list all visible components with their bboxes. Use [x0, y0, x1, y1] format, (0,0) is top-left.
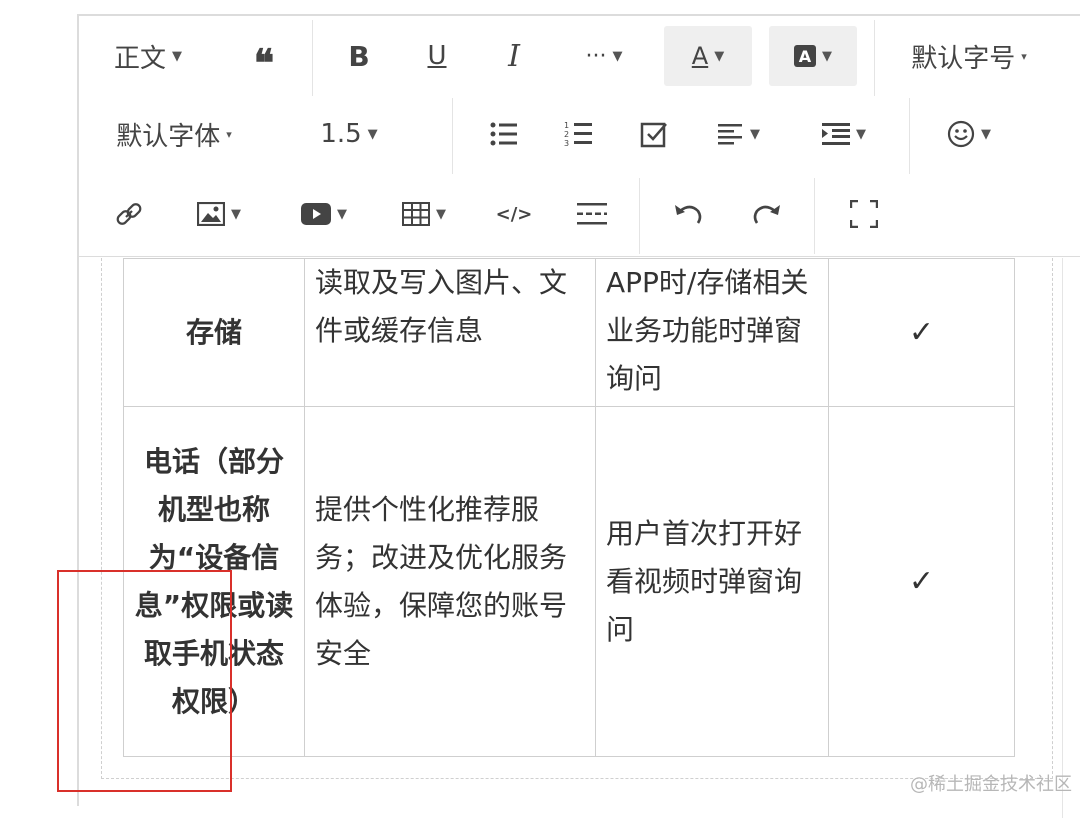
- bold-icon: B: [348, 39, 370, 73]
- font-family-label: 默认字体: [116, 121, 221, 152]
- table-row: 存储 读取及写入图片、文件或缓存信息 APP时/存储相关业务功能时弹窗询问 ✓: [123, 258, 1015, 407]
- emoji-dropdown[interactable]: ▼: [929, 104, 1009, 164]
- svg-text:1: 1: [564, 121, 569, 130]
- image-dropdown[interactable]: ▼: [179, 184, 259, 244]
- indent-icon: [822, 123, 850, 145]
- underline-icon: U: [427, 41, 447, 71]
- align-dropdown[interactable]: ▼: [699, 104, 779, 164]
- image-icon: [197, 202, 225, 226]
- chevron-down-icon: ▼: [231, 206, 241, 222]
- timing-cell[interactable]: APP时/存储相关业务功能时弹窗询问: [595, 258, 829, 407]
- bullet-list-button[interactable]: [474, 104, 534, 164]
- chevron-down-icon: ▼: [822, 48, 832, 64]
- video-icon: [301, 203, 331, 225]
- undo-button[interactable]: [659, 184, 719, 244]
- smiley-icon: [947, 120, 975, 148]
- ellipsis-icon: ···: [585, 43, 607, 69]
- italic-button[interactable]: I: [484, 26, 544, 86]
- chevron-down-icon: ▼: [981, 126, 991, 142]
- check-cell[interactable]: ✓: [828, 258, 1015, 407]
- horizontal-rule-icon: [577, 203, 607, 225]
- chevron-down-icon: ▼: [612, 48, 623, 64]
- align-left-icon: [718, 124, 742, 145]
- paragraph-style-label: 正文: [113, 43, 166, 74]
- undo-icon: [675, 205, 702, 224]
- indent-dropdown[interactable]: ▼: [804, 104, 884, 164]
- font-family-dropdown[interactable]: 默认字体 ▾: [99, 104, 249, 164]
- quote-icon: ❝: [253, 39, 275, 85]
- chevron-down-icon: ▾: [1021, 49, 1027, 63]
- highlight-box: [57, 570, 232, 792]
- chevron-down-icon: ▼: [856, 126, 866, 142]
- chevron-down-icon: ▼: [750, 126, 760, 142]
- background-color-icon: A: [794, 45, 816, 67]
- timing-cell[interactable]: 用户首次打开好看视频时弹窗询问: [595, 406, 829, 757]
- underline-button[interactable]: U: [407, 26, 467, 86]
- numbered-list-icon: 123: [564, 121, 592, 148]
- toolbar-divider: [874, 20, 875, 96]
- bullet-list-icon: [490, 122, 517, 146]
- toolbar-divider: [452, 98, 453, 174]
- chevron-down-icon: ▼: [714, 48, 725, 64]
- toolbar-divider: [909, 98, 910, 174]
- video-dropdown[interactable]: ▼: [284, 184, 364, 244]
- svg-text:3: 3: [564, 139, 569, 148]
- editor-toolbar: 正文▼ ❝ B U I ···▼ A▼ A▼ 默认字号▾ 默认字体▾: [79, 16, 1080, 257]
- table-row: 电话（部分机型也称为“设备信息”权限或读取手机状态权限） 提供个性化推荐服务；改…: [123, 406, 1015, 757]
- toolbar-divider: [639, 178, 640, 254]
- chevron-down-icon: ▼: [172, 48, 182, 64]
- toolbar-divider: [312, 20, 313, 96]
- quote-button[interactable]: ❝: [229, 26, 299, 86]
- font-size-label: 默认字号: [911, 43, 1016, 74]
- line-height-label: 1.5: [320, 119, 362, 149]
- redo-button[interactable]: [736, 184, 796, 244]
- bold-button[interactable]: B: [329, 26, 389, 86]
- more-formats-dropdown[interactable]: ··· ▼: [564, 26, 644, 86]
- watermark: @稀土掘金技术社区: [910, 774, 1072, 795]
- link-button[interactable]: [99, 184, 159, 244]
- chevron-down-icon: ▼: [367, 126, 378, 142]
- permissions-table: 存储 读取及写入图片、文件或缓存信息 APP时/存储相关业务功能时弹窗询问 ✓ …: [123, 258, 1015, 757]
- paragraph-style-dropdown[interactable]: 正文 ▼: [103, 26, 193, 86]
- link-icon: [116, 203, 142, 225]
- line-height-dropdown[interactable]: 1.5 ▼: [304, 104, 394, 164]
- table-dropdown[interactable]: ▼: [384, 184, 464, 244]
- toolbar-divider: [814, 178, 815, 254]
- background-color-dropdown[interactable]: A ▼: [769, 26, 857, 86]
- purpose-cell[interactable]: 提供个性化推荐服务；改进及优化服务体验，保障您的账号安全: [304, 406, 596, 757]
- italic-icon: I: [508, 38, 520, 74]
- chevron-down-icon: ▼: [436, 206, 446, 222]
- font-color-icon: A: [691, 42, 709, 70]
- table-icon: [402, 202, 430, 226]
- divider-button[interactable]: [562, 184, 622, 244]
- svg-text:2: 2: [564, 130, 569, 139]
- code-button[interactable]: </>: [484, 184, 544, 244]
- font-color-dropdown[interactable]: A ▼: [664, 26, 752, 86]
- todo-list-button[interactable]: [624, 104, 684, 164]
- redo-icon: [753, 205, 780, 224]
- purpose-cell[interactable]: 读取及写入图片、文件或缓存信息: [304, 258, 596, 407]
- code-icon: </>: [495, 203, 533, 225]
- chevron-down-icon: ▾: [226, 127, 232, 141]
- numbered-list-button[interactable]: 123: [549, 104, 609, 164]
- check-cell[interactable]: ✓: [828, 406, 1015, 757]
- checkbox-icon: [640, 122, 667, 148]
- permission-cell[interactable]: 存储: [123, 258, 305, 407]
- chevron-down-icon: ▼: [337, 206, 347, 222]
- font-size-dropdown[interactable]: 默认字号 ▾: [894, 26, 1044, 86]
- fullscreen-button[interactable]: [834, 184, 894, 244]
- fullscreen-icon: [850, 200, 878, 228]
- content-right-border: [1062, 258, 1063, 818]
